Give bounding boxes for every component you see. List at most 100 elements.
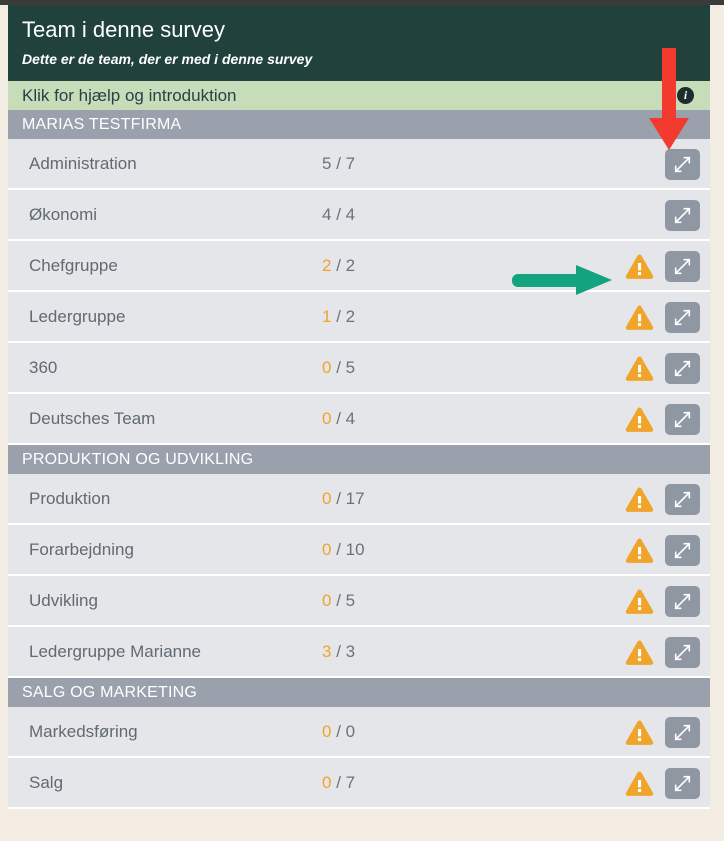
count-total: 7 <box>345 153 356 173</box>
help-bar[interactable]: Klik for hjælp og introduktion i <box>8 81 710 110</box>
compress-arrows-button[interactable] <box>665 768 700 799</box>
compress-arrows-button[interactable] <box>665 251 700 282</box>
table-row[interactable]: Produktion 0 / 17 <box>8 474 710 525</box>
count-separator: / <box>331 772 346 792</box>
table-row[interactable]: Forarbejdning 0 / 10 <box>8 525 710 576</box>
warning-icon[interactable] <box>625 719 654 746</box>
compress-arrows-button[interactable] <box>665 200 700 231</box>
compress-arrows-button[interactable] <box>665 302 700 333</box>
count-total: 7 <box>345 772 356 792</box>
count-total: 17 <box>345 488 365 508</box>
help-bar-label: Klik for hjælp og introduktion <box>22 85 237 105</box>
group-header: PRODUKTION OG UDVIKLING <box>8 445 710 474</box>
warning-icon[interactable] <box>625 253 654 280</box>
team-name: Markedsføring <box>29 721 138 741</box>
count-total: 0 <box>345 721 356 741</box>
compress-arrows-icon <box>674 360 691 377</box>
compress-arrows-button[interactable] <box>665 149 700 180</box>
count-total: 4 <box>345 204 356 224</box>
team-name: Deutsches Team <box>29 408 156 428</box>
compress-arrows-button[interactable] <box>665 637 700 668</box>
count-separator: / <box>331 306 346 326</box>
compress-arrows-icon <box>674 207 691 224</box>
warning-icon[interactable] <box>625 304 654 331</box>
table-row[interactable]: Økonomi 4 / 4 <box>8 190 710 241</box>
compress-arrows-button[interactable] <box>665 404 700 435</box>
compress-arrows-button[interactable] <box>665 484 700 515</box>
team-name: Ledergruppe Marianne <box>29 641 202 661</box>
group-header: SALG OG MARKETING <box>8 678 710 707</box>
respondent-count: 5 / 7 <box>322 154 355 174</box>
compress-arrows-icon <box>674 156 691 173</box>
compress-arrows-button[interactable] <box>665 535 700 566</box>
count-total: 4 <box>345 408 356 428</box>
count-total: 5 <box>345 357 356 377</box>
respondent-count: 0 / 4 <box>322 409 355 429</box>
respondent-count: 0 / 10 <box>322 540 365 560</box>
count-total: 10 <box>345 539 365 559</box>
team-groups-list: MARIAS TESTFIRMA Administration 5 / 7 Økono… <box>8 110 710 809</box>
count-separator: / <box>331 255 346 275</box>
count-separator: / <box>331 488 346 508</box>
warning-icon[interactable] <box>625 639 654 666</box>
respondent-count: 0 / 5 <box>322 591 355 611</box>
respondent-count: 4 / 4 <box>322 205 355 225</box>
compress-arrows-button[interactable] <box>665 717 700 748</box>
count-separator: / <box>331 204 346 224</box>
count-total: 2 <box>345 306 356 326</box>
team-name: Produktion <box>29 488 111 508</box>
warning-icon[interactable] <box>625 486 654 513</box>
compress-arrows-icon <box>674 724 691 741</box>
table-row[interactable]: Deutsches Team 0 / 4 <box>8 394 710 445</box>
team-name: Salg <box>29 772 64 792</box>
compress-arrows-icon <box>674 258 691 275</box>
table-row[interactable]: Udvikling 0 / 5 <box>8 576 710 627</box>
respondent-count: 2 / 2 <box>322 256 355 276</box>
page-title: Team i denne survey <box>22 17 225 42</box>
table-row[interactable]: Salg 0 / 7 <box>8 758 710 809</box>
respondent-count: 3 / 3 <box>322 642 355 662</box>
warning-icon[interactable] <box>625 406 654 433</box>
respondent-count: 0 / 0 <box>322 722 355 742</box>
compress-arrows-button[interactable] <box>665 353 700 384</box>
team-name: Administration <box>29 153 137 173</box>
team-name: Chefgruppe <box>29 255 118 275</box>
respondent-count: 1 / 2 <box>322 307 355 327</box>
team-panel: Team i denne survey Dette er de team, de… <box>8 5 710 841</box>
warning-icon[interactable] <box>625 537 654 564</box>
team-name: 360 <box>29 357 58 377</box>
panel-header: Team i denne survey Dette er de team, de… <box>8 5 710 81</box>
count-separator: / <box>331 641 346 661</box>
team-name: Forarbejdning <box>29 539 134 559</box>
compress-arrows-icon <box>674 593 691 610</box>
compress-arrows-button[interactable] <box>665 586 700 617</box>
count-total: 5 <box>345 590 356 610</box>
count-separator: / <box>331 357 346 377</box>
table-row[interactable]: Ledergruppe Marianne 3 / 3 <box>8 627 710 678</box>
table-row[interactable]: Ledergruppe 1 / 2 <box>8 292 710 343</box>
table-row[interactable]: Markedsføring 0 / 0 <box>8 707 710 758</box>
count-total: 2 <box>345 255 356 275</box>
warning-icon[interactable] <box>625 588 654 615</box>
table-row[interactable]: Administration 5 / 7 <box>8 139 710 190</box>
compress-arrows-icon <box>674 309 691 326</box>
compress-arrows-icon <box>674 542 691 559</box>
respondent-count: 0 / 5 <box>322 358 355 378</box>
count-separator: / <box>331 539 346 559</box>
team-name: Ledergruppe <box>29 306 126 326</box>
warning-icon[interactable] <box>625 770 654 797</box>
table-row[interactable]: Chefgruppe 2 / 2 <box>8 241 710 292</box>
count-separator: / <box>331 721 346 741</box>
respondent-count: 0 / 7 <box>322 773 355 793</box>
respondent-count: 0 / 17 <box>322 489 365 509</box>
info-icon[interactable]: i <box>677 87 694 104</box>
count-separator: / <box>331 153 346 173</box>
warning-icon[interactable] <box>625 355 654 382</box>
page-subtitle: Dette er de team, der er med i denne sur… <box>22 51 313 67</box>
group-header: MARIAS TESTFIRMA <box>8 110 710 139</box>
compress-arrows-icon <box>674 411 691 428</box>
count-total: 3 <box>345 641 356 661</box>
count-separator: / <box>331 408 346 428</box>
compress-arrows-icon <box>674 491 691 508</box>
table-row[interactable]: 360 0 / 5 <box>8 343 710 394</box>
